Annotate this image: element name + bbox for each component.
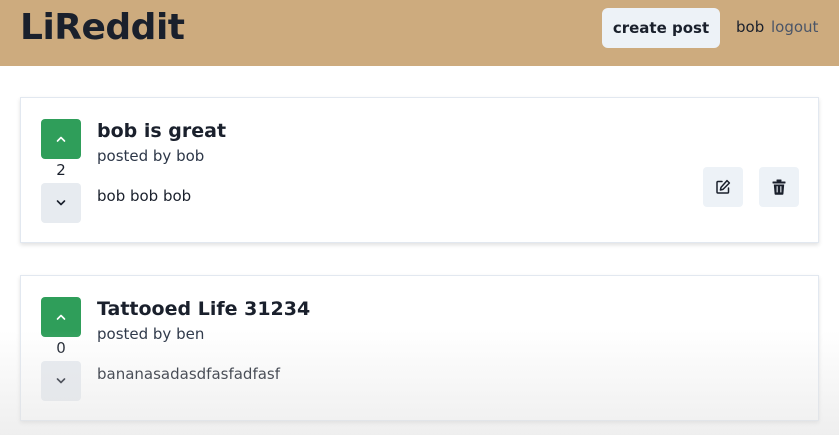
- upvote-button[interactable]: [41, 297, 81, 337]
- post-title[interactable]: Tattooed Life 31234: [97, 298, 310, 320]
- vote-count: 0: [56, 339, 66, 357]
- navbar: LiReddit create post bob logout: [0, 0, 839, 66]
- post-card: 2 bob is great posted by bob bob bob bob: [20, 97, 819, 243]
- current-username: bob: [736, 18, 765, 36]
- edit-post-button[interactable]: [703, 167, 743, 207]
- chevron-down-icon: [56, 200, 66, 206]
- chevron-down-icon: [56, 378, 66, 384]
- upvote-button[interactable]: [41, 119, 81, 159]
- create-post-button[interactable]: create post: [602, 8, 720, 48]
- chevron-up-icon: [56, 136, 66, 142]
- post-text-snippet: bob bob bob: [97, 187, 192, 205]
- vote-count: 2: [56, 161, 66, 179]
- downvote-button[interactable]: [41, 183, 81, 223]
- chevron-up-icon: [56, 314, 66, 320]
- post-card: 0 Tattooed Life 31234 posted by ben bana…: [20, 275, 819, 421]
- logout-button[interactable]: logout: [771, 18, 818, 36]
- edit-icon: [716, 179, 731, 194]
- post-author: posted by bob: [97, 147, 205, 165]
- delete-post-button[interactable]: [759, 167, 799, 207]
- downvote-button[interactable]: [41, 361, 81, 401]
- post-title[interactable]: bob is great: [97, 120, 226, 142]
- app-logo[interactable]: LiReddit: [20, 6, 185, 50]
- post-author: posted by ben: [97, 325, 205, 343]
- post-text-snippet: bananasadasdfasfadfasf: [97, 365, 281, 383]
- trash-icon: [772, 179, 786, 195]
